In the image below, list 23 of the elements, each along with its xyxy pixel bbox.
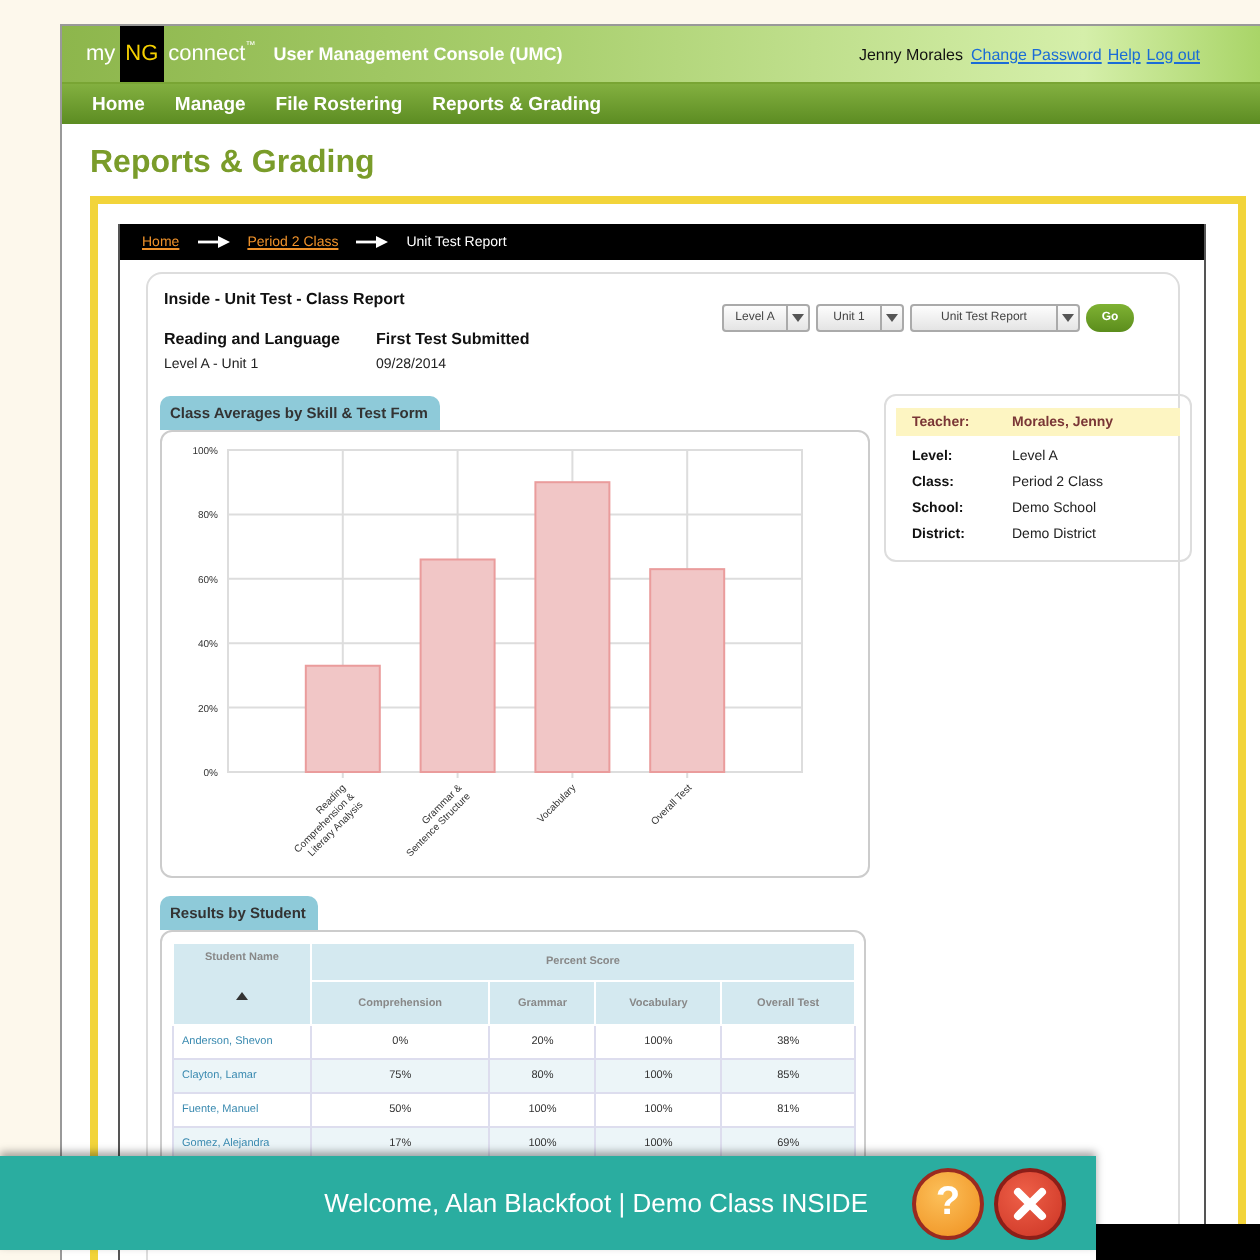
page-title: Reports & Grading	[90, 146, 377, 184]
report-title: Inside - Unit Test - Class Report	[164, 290, 407, 308]
nav-item[interactable]: File Rostering	[275, 93, 403, 115]
nav-item[interactable]: Manage	[174, 93, 246, 115]
info-label: Reading and Language	[164, 330, 341, 348]
arrow-icon	[197, 236, 230, 248]
caret-icon	[1062, 314, 1074, 322]
user-name: Jenny Morales	[858, 45, 963, 63]
caret-icon	[886, 314, 898, 322]
nav-item[interactable]: Reports & Grading	[432, 93, 602, 115]
app-title: User Management Console (UMC)	[273, 44, 563, 64]
bar	[304, 664, 381, 773]
close-icon	[1012, 1185, 1048, 1221]
close-button[interactable]	[994, 1167, 1066, 1239]
nav-item[interactable]: Home	[92, 93, 145, 115]
header-link[interactable]: Change Password	[970, 45, 1102, 63]
caret-icon	[792, 314, 804, 322]
info-label: First Test Submitted	[376, 330, 530, 348]
welcome-text: Welcome, Alan Blackfoot | Demo Class INSIDE	[324, 1188, 868, 1218]
header-link[interactable]: Help	[1107, 45, 1141, 63]
sort-icon	[236, 992, 248, 1000]
arrow-icon	[356, 236, 389, 248]
header-link[interactable]: Log out	[1146, 45, 1200, 63]
